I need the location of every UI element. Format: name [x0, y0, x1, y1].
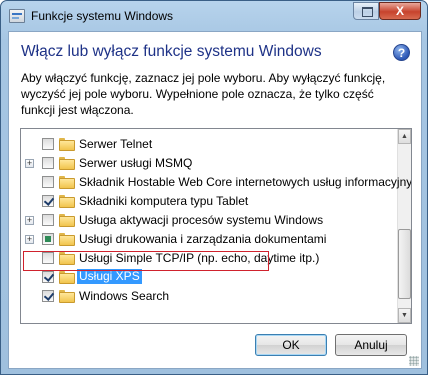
- feature-checkbox[interactable]: [42, 138, 54, 150]
- feature-checkbox[interactable]: [42, 195, 54, 207]
- folder-icon: [59, 176, 75, 189]
- folder-icon: [59, 290, 75, 303]
- expand-icon[interactable]: +: [25, 159, 34, 168]
- folder-icon: [59, 271, 75, 284]
- feature-row[interactable]: Składniki komputera typu Tablet: [21, 192, 399, 210]
- scroll-thumb[interactable]: [398, 229, 411, 299]
- feature-row[interactable]: + Serwer usługi MSMQ: [21, 154, 399, 172]
- folder-icon: [59, 138, 75, 151]
- feature-row[interactable]: Składnik Hostable Web Core internetowych…: [21, 173, 411, 191]
- dialog-client-area: Włącz lub wyłącz funkcje systemu Windows…: [8, 31, 422, 369]
- folder-icon: [59, 195, 75, 208]
- dialog-heading: Włącz lub wyłącz funkcje systemu Windows: [21, 43, 322, 60]
- title-bar[interactable]: Funkcje systemu Windows X: [1, 1, 427, 31]
- feature-label[interactable]: Windows Search: [79, 289, 169, 303]
- scroll-up-icon[interactable]: ▲: [398, 129, 411, 144]
- feature-label[interactable]: Usługi drukowania i zarządzania dokument…: [79, 232, 326, 246]
- close-button[interactable]: X: [379, 2, 421, 20]
- feature-checkbox[interactable]: [42, 157, 54, 169]
- feature-checkbox[interactable]: [42, 176, 54, 188]
- feature-label[interactable]: Serwer Telnet: [79, 137, 152, 151]
- cancel-button[interactable]: Anuluj: [335, 334, 407, 356]
- feature-checkbox[interactable]: [42, 233, 54, 245]
- windows-features-icon: [9, 9, 25, 23]
- feature-row[interactable]: + Usługi drukowania i zarządzania dokumen…: [21, 230, 399, 248]
- feature-checkbox[interactable]: [42, 271, 54, 283]
- feature-row[interactable]: Serwer Telnet: [21, 135, 399, 153]
- expand-icon[interactable]: +: [25, 235, 34, 244]
- feature-checkbox[interactable]: [42, 214, 54, 226]
- help-icon[interactable]: ?: [393, 44, 410, 61]
- expand-icon[interactable]: +: [25, 216, 34, 225]
- vertical-scrollbar[interactable]: ▲ ▼: [397, 129, 411, 323]
- scroll-down-icon[interactable]: ▼: [398, 308, 411, 323]
- feature-row[interactable]: + Usługa aktywacji procesów systemu Windo…: [21, 211, 399, 229]
- feature-label[interactable]: Usługi XPS: [77, 269, 142, 284]
- feature-label[interactable]: Składniki komputera typu Tablet: [79, 194, 248, 208]
- window-title: Funkcje systemu Windows: [31, 9, 174, 23]
- feature-label[interactable]: Serwer usługi MSMQ: [79, 156, 192, 170]
- features-tree-list[interactable]: ▲ ▼ Serwer Telnet + Serwer usługi MSMQ Skła…: [20, 128, 412, 324]
- folder-icon: [59, 233, 75, 246]
- maximize-button[interactable]: [353, 2, 379, 20]
- dialog-description: Aby włączyć funkcję, zaznacz jej pole wy…: [21, 71, 386, 117]
- feature-row[interactable]: Windows Search: [21, 287, 399, 305]
- feature-checkbox[interactable]: [42, 290, 54, 302]
- feature-label[interactable]: Usługa aktywacji procesów systemu Window…: [79, 213, 323, 227]
- feature-label[interactable]: Składnik Hostable Web Core internetowych…: [79, 175, 411, 189]
- resize-grip[interactable]: [409, 356, 419, 366]
- dialog-window: Funkcje systemu Windows X Włącz lub wyłą…: [0, 0, 428, 375]
- highlight-box: [23, 251, 269, 271]
- folder-icon: [59, 157, 75, 170]
- folder-icon: [59, 214, 75, 227]
- ok-button[interactable]: OK: [255, 334, 327, 356]
